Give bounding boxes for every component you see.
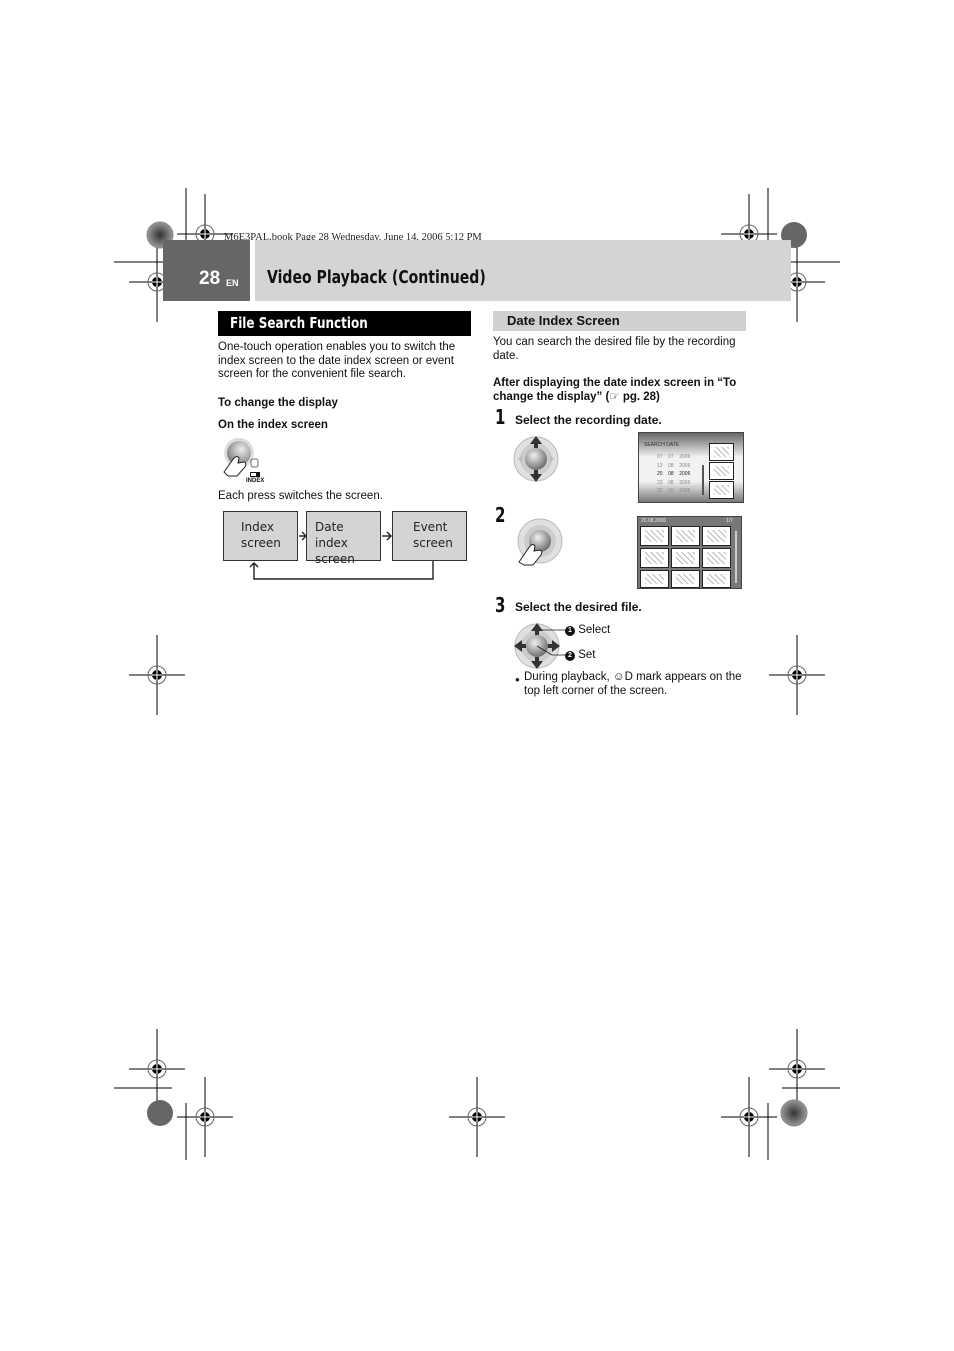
thumbnail[interactable] (640, 570, 669, 588)
date-row[interactable]: 13 08 2006 (657, 462, 690, 471)
press-note: Each press switches the screen. (218, 490, 383, 502)
date-index-screen: 20.08.2006 1/7 (637, 516, 742, 589)
search-date-title: SEARCH DATE (644, 442, 680, 448)
registration-mark (768, 634, 826, 716)
note-text: During playback, (524, 671, 613, 683)
thumbnail[interactable] (671, 570, 700, 588)
date-row[interactable]: 23 08 2006 (657, 479, 690, 488)
thumbnail (709, 462, 734, 480)
search-date-list: 07 07 2006 13 08 2006 20 08 2006 23 08 2… (657, 453, 690, 496)
playback-note: During playback, ☺D mark appears on the … (524, 671, 744, 698)
printer-marks (114, 188, 840, 1160)
section-title: Date Index Screen (507, 313, 620, 328)
section-heading-date-index: Date Index Screen (493, 311, 746, 331)
intro-paragraph: One-touch operation enables you to switc… (218, 341, 456, 381)
joystick-four-way-icon (514, 623, 567, 669)
registration-mark (448, 1076, 506, 1158)
callout-label: Set (578, 649, 596, 661)
page-reference-link[interactable]: pg. 28) (620, 391, 660, 403)
step-3-number: 3 (495, 593, 506, 617)
registration-mark (768, 1028, 826, 1110)
registration-mark (720, 1076, 778, 1158)
thumbnail[interactable] (640, 526, 669, 546)
thumbnail (709, 481, 734, 499)
callout-number: 1 (565, 626, 575, 636)
thumbnail[interactable] (702, 526, 731, 546)
bullet-icon: ● (515, 675, 520, 684)
scrollbar[interactable] (735, 531, 737, 583)
header-bar: Video Playback (Continued) (255, 240, 791, 301)
page-number-block: 28 EN (163, 240, 250, 301)
callout-set: 2 Set (565, 649, 595, 663)
date-mark-icon: ☺D (612, 671, 633, 683)
callout-number: 2 (565, 651, 575, 661)
flow-arrows (249, 531, 434, 580)
thumbnail[interactable] (671, 526, 700, 546)
date-row[interactable]: 02 09 2006 (657, 487, 690, 496)
index-button-label: INDEX (246, 478, 265, 484)
date-row[interactable]: 07 07 2006 (657, 453, 690, 462)
joystick-press-icon (517, 518, 563, 566)
scrollbar[interactable] (702, 465, 704, 495)
registration-mark (128, 634, 186, 716)
language-code: EN (226, 278, 239, 288)
date-index-date: 20.08.2006 (641, 518, 667, 524)
thumbnail[interactable] (702, 548, 731, 568)
registration-mark (176, 1076, 234, 1158)
pointing-hand-icon: ☞ (609, 390, 620, 403)
step-1-label: Select the recording date. (515, 413, 662, 427)
thumbnail[interactable] (640, 548, 669, 568)
date-row-selected[interactable]: 20 08 2006 (657, 470, 690, 479)
page-number: 28 (199, 268, 221, 289)
date-index-page: 1/7 (726, 518, 733, 524)
registration-mark (128, 1028, 186, 1110)
step-3-label: Select the desired file. (515, 600, 642, 614)
callout-label: Select (578, 624, 611, 636)
thumbnail[interactable] (702, 570, 731, 588)
section-title: File Search Function (230, 314, 368, 332)
callout-select: 1 Select (565, 624, 610, 638)
thumbnail[interactable] (671, 548, 700, 568)
joystick-up-down-icon (513, 436, 559, 482)
step-2-number: 2 (495, 503, 506, 527)
section-heading-file-search: File Search Function (218, 311, 471, 336)
subheading-change-display: To change the display (218, 397, 338, 409)
search-date-screen: SEARCH DATE 07 07 2006 13 08 2006 20 08 … (638, 432, 744, 503)
thumbnail (709, 443, 734, 461)
subheading-index-screen: On the index screen (218, 419, 328, 431)
step-1-number: 1 (495, 405, 506, 429)
date-index-intro: You can search the desired file by the r… (493, 336, 736, 362)
date-index-instruction: After displaying the date index screen i… (493, 377, 753, 404)
page-title: Video Playback (Continued) (267, 267, 486, 288)
